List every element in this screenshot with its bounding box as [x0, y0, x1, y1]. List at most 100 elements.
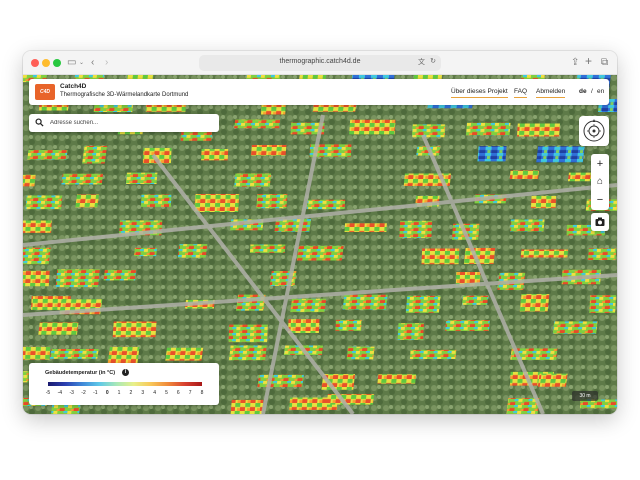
thermal-building[interactable]	[234, 173, 272, 187]
thermal-building[interactable]	[249, 244, 286, 253]
thermal-building[interactable]	[82, 145, 108, 164]
nav-faq[interactable]: FAQ	[514, 88, 528, 98]
share-icon[interactable]: ⇪	[571, 56, 579, 70]
thermal-building[interactable]	[405, 295, 441, 313]
thermal-building[interactable]	[140, 194, 172, 207]
compass-control[interactable]	[579, 116, 609, 146]
thermal-building[interactable]	[38, 322, 79, 335]
thermal-building[interactable]	[290, 298, 327, 313]
back-icon[interactable]: ‹	[91, 56, 94, 70]
thermal-building[interactable]	[257, 374, 304, 388]
tab-overview-icon[interactable]: ⧉	[601, 56, 608, 70]
thermal-building[interactable]	[516, 123, 561, 137]
translate-icon[interactable]: 文	[418, 57, 425, 67]
thermal-building[interactable]	[23, 371, 29, 383]
thermal-building[interactable]	[75, 194, 100, 208]
thermal-building[interactable]	[201, 148, 229, 161]
thermal-building[interactable]	[335, 319, 362, 331]
thermal-building[interactable]	[23, 270, 50, 287]
thermal-building[interactable]	[477, 146, 507, 162]
thermal-building[interactable]	[25, 195, 63, 210]
thermal-building[interactable]	[23, 346, 51, 360]
nav-logout[interactable]: Abmelden	[536, 88, 566, 98]
forward-icon[interactable]: ›	[105, 56, 108, 70]
thermal-building[interactable]	[552, 321, 598, 334]
thermal-building[interactable]	[296, 245, 344, 261]
legend-tick: 7	[188, 390, 192, 396]
thermal-building[interactable]	[228, 345, 267, 361]
thermal-building[interactable]	[49, 348, 99, 359]
thermal-building[interactable]	[112, 321, 157, 338]
thermal-building[interactable]	[234, 119, 281, 129]
thermal-building[interactable]	[23, 220, 52, 233]
zoom-in-button[interactable]: +	[591, 155, 609, 173]
thermal-building[interactable]	[509, 170, 539, 179]
thermal-building[interactable]	[23, 247, 51, 265]
new-tab-icon[interactable]: +	[585, 54, 592, 68]
thermal-building[interactable]	[230, 399, 264, 414]
catch4d-logo[interactable]: C4D	[35, 84, 55, 100]
thermal-building[interactable]	[409, 349, 457, 360]
thermal-building[interactable]	[445, 320, 490, 332]
camera-icon	[595, 217, 605, 226]
close-window-button[interactable]	[31, 59, 39, 67]
reload-icon[interactable]: ↻	[430, 57, 436, 65]
thermal-building[interactable]	[421, 248, 460, 265]
info-icon[interactable]: i	[122, 369, 129, 376]
thermal-building[interactable]	[506, 398, 540, 414]
lang-en[interactable]: en	[597, 88, 604, 95]
thermal-building[interactable]	[509, 219, 545, 232]
address-bar[interactable]: thermographic.catch4d.de 文 ↻	[199, 55, 441, 71]
thermal-building[interactable]	[177, 244, 208, 258]
thermal-building[interactable]	[461, 295, 489, 305]
thermal-building[interactable]	[589, 295, 616, 314]
thermal-building[interactable]	[530, 195, 557, 209]
thermal-building[interactable]	[465, 122, 511, 136]
thermal-building[interactable]	[250, 144, 287, 156]
thermal-building[interactable]	[125, 172, 158, 185]
chevron-down-icon[interactable]: ⌄	[79, 56, 84, 70]
minimize-window-button[interactable]	[42, 59, 50, 67]
thermal-building[interactable]	[349, 119, 396, 135]
legend-gradient-bar	[48, 382, 202, 386]
thermal-building[interactable]	[587, 248, 617, 261]
thermal-building[interactable]	[399, 220, 433, 238]
legend-tick: 2	[129, 390, 133, 396]
thermal-building[interactable]	[134, 247, 158, 257]
thermal-building[interactable]	[520, 249, 569, 258]
home-button[interactable]: ⌂	[591, 173, 609, 191]
thermal-building[interactable]	[23, 174, 36, 187]
thermal-building[interactable]	[346, 346, 375, 360]
thermal-building[interactable]	[228, 324, 268, 343]
thermal-building[interactable]	[61, 173, 104, 185]
url-text: thermographic.catch4d.de	[279, 58, 361, 65]
thermal-building[interactable]	[165, 347, 204, 361]
thermal-building[interactable]	[326, 394, 375, 405]
maximize-window-button[interactable]	[53, 59, 61, 67]
thermal-building[interactable]	[307, 199, 346, 210]
thermal-building[interactable]	[344, 223, 387, 233]
thermal-building[interactable]	[103, 269, 137, 281]
sidebar-icon[interactable]: ▭	[67, 56, 76, 70]
legend-tick: 0	[105, 390, 109, 396]
camera-button[interactable]	[591, 213, 609, 231]
address-search-input[interactable]	[50, 117, 210, 129]
thermal-building[interactable]	[537, 373, 568, 387]
thermal-building[interactable]	[256, 194, 288, 209]
thermal-building[interactable]	[194, 194, 240, 212]
thermal-building[interactable]	[519, 294, 550, 312]
thermal-building[interactable]	[536, 146, 585, 163]
thermal-building[interactable]	[27, 149, 68, 160]
thermal-building[interactable]	[107, 346, 140, 365]
thermal-building[interactable]	[411, 124, 446, 138]
thermal-building[interactable]	[287, 319, 320, 333]
legend-tick: 4	[153, 390, 156, 396]
zoom-out-button[interactable]: −	[591, 191, 609, 209]
search-icon	[35, 118, 44, 127]
thermal-building[interactable]	[377, 374, 417, 384]
thermal-building[interactable]	[342, 294, 388, 310]
thermal-building[interactable]	[55, 269, 100, 288]
thermal-building[interactable]	[397, 323, 424, 340]
nav-about-project[interactable]: Über dieses Projekt	[451, 88, 508, 98]
lang-de[interactable]: de	[579, 88, 587, 95]
